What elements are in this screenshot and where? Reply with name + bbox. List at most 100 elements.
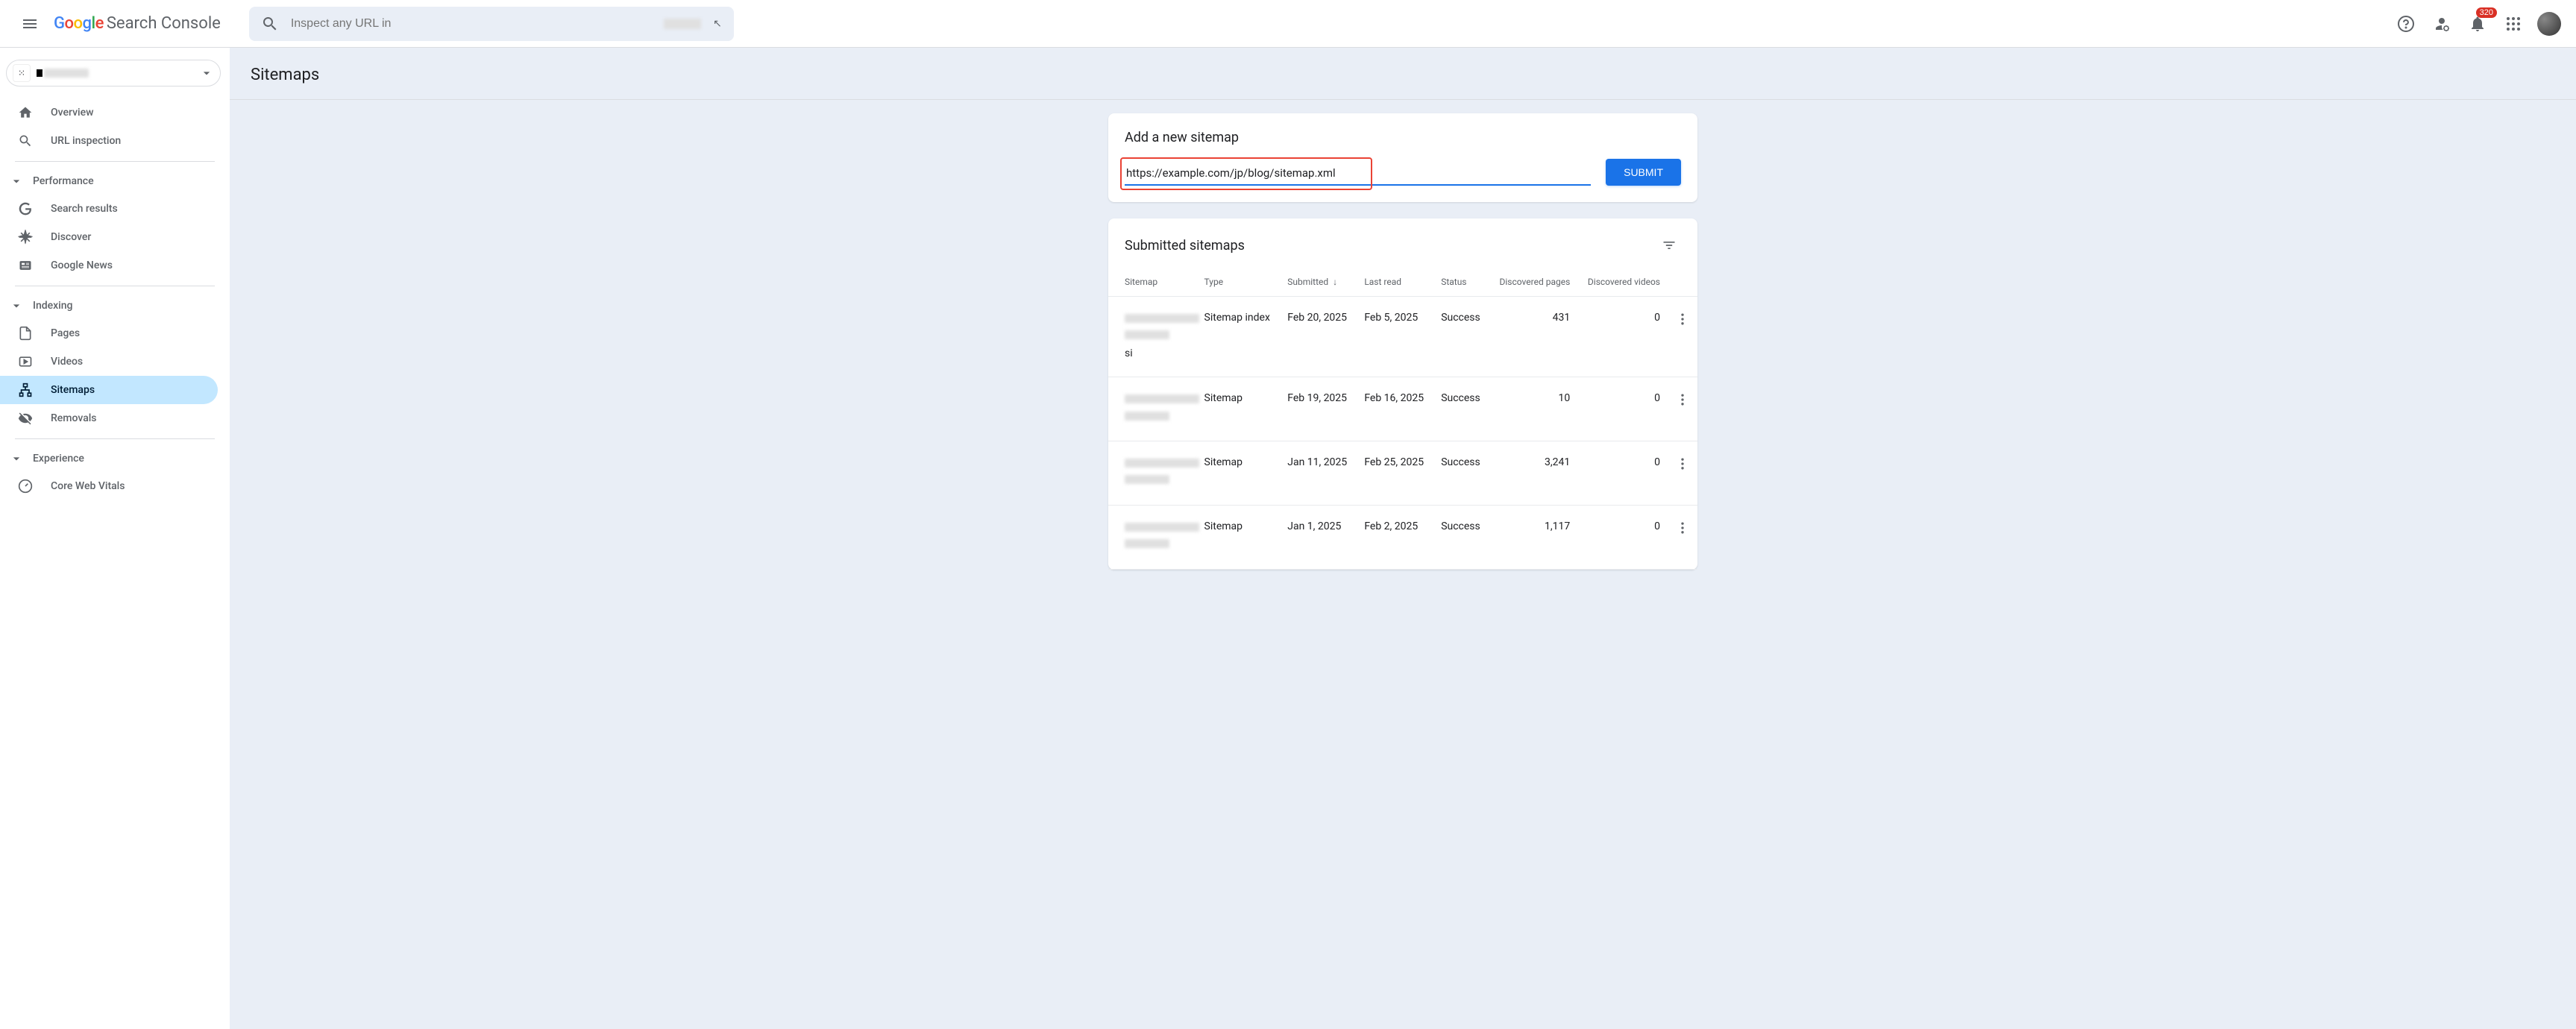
sidebar: ⁙ Overview URL inspection Performance Se… (0, 48, 230, 1029)
more-vert-icon (1675, 456, 1690, 471)
top-header: Google Search Console ↖ 320 (0, 0, 2576, 48)
col-sitemap[interactable]: Sitemap (1108, 268, 1197, 297)
sidebar-item-discover[interactable]: Discover (0, 223, 218, 251)
sidebar-item-label: URL inspection (51, 135, 121, 147)
person-gear-icon (2433, 15, 2451, 33)
sidebar-item-pages[interactable]: Pages (0, 319, 218, 347)
sidebar-item-label: Discover (51, 231, 91, 243)
url-inspect-search[interactable]: ↖ (249, 7, 734, 41)
home-icon (18, 105, 33, 120)
cell-sitemap (1108, 377, 1197, 441)
sidebar-item-search-results[interactable]: Search results (0, 195, 218, 223)
users-settings-button[interactable] (2427, 9, 2457, 39)
sidebar-item-core-web-vitals[interactable]: Core Web Vitals (0, 472, 218, 500)
redacted-domain (664, 19, 701, 29)
add-sitemap-title: Add a new sitemap (1125, 130, 1681, 145)
sidebar-item-url-inspection[interactable]: URL inspection (0, 127, 218, 155)
add-sitemap-card: Add a new sitemap SUBMIT (1108, 113, 1697, 202)
url-inspect-input[interactable] (291, 17, 652, 31)
chevron-down-icon (9, 451, 24, 466)
sidebar-section-performance[interactable]: Performance (0, 168, 230, 195)
dropdown-icon (199, 66, 214, 81)
col-type[interactable]: Type (1197, 268, 1281, 297)
table-row[interactable]: Sitemap Feb 19, 2025 Feb 16, 2025 Succes… (1108, 377, 1697, 441)
magnify-icon (18, 133, 33, 148)
cell-sitemap: si (1108, 297, 1197, 377)
logo[interactable]: Google Search Console (54, 14, 221, 33)
col-status[interactable]: Status (1433, 268, 1489, 297)
property-name (37, 69, 193, 78)
cell-last-read: Feb 16, 2025 (1357, 377, 1433, 441)
chevron-down-icon (9, 174, 24, 189)
cell-submitted: Jan 1, 2025 (1280, 505, 1357, 569)
sidebar-item-google-news[interactable]: Google News (0, 251, 218, 280)
sidebar-item-label: Pages (51, 327, 80, 339)
more-vert-icon (1675, 520, 1690, 535)
news-icon (18, 258, 33, 273)
sitemap-url-input[interactable] (1125, 163, 1591, 186)
cell-type: Sitemap (1197, 441, 1281, 505)
sort-desc-icon: ↓ (1333, 277, 1337, 287)
chevron-down-icon (9, 298, 24, 313)
pages-icon (18, 326, 33, 341)
main-content: Sitemaps Add a new sitemap SUBMIT Submit… (230, 48, 2576, 1029)
cell-sitemap (1108, 505, 1197, 569)
cell-submitted: Feb 19, 2025 (1280, 377, 1357, 441)
row-menu-button[interactable] (1668, 441, 1697, 505)
sidebar-item-label: Overview (51, 107, 93, 119)
cell-pages: 431 (1489, 297, 1577, 377)
row-menu-button[interactable] (1668, 505, 1697, 569)
apps-grid-icon (2507, 17, 2520, 31)
cell-pages: 1,117 (1489, 505, 1577, 569)
col-submitted[interactable]: Submitted↓ (1280, 268, 1357, 297)
sidebar-section-experience[interactable]: Experience (0, 445, 230, 472)
col-pages[interactable]: Discovered pages (1489, 268, 1577, 297)
table-row[interactable]: Sitemap Jan 11, 2025 Feb 25, 2025 Succes… (1108, 441, 1697, 505)
col-videos[interactable]: Discovered videos (1577, 268, 1668, 297)
sidebar-item-label: Search results (51, 203, 118, 215)
sidebar-section-indexing[interactable]: Indexing (0, 292, 230, 319)
sitemap-icon (18, 383, 33, 397)
row-menu-button[interactable] (1668, 377, 1697, 441)
cell-type: Sitemap index (1197, 297, 1281, 377)
col-last-read[interactable]: Last read (1357, 268, 1433, 297)
header-actions: 320 (2391, 9, 2564, 39)
help-button[interactable] (2391, 9, 2421, 39)
filter-button[interactable] (1657, 233, 1681, 257)
cell-status: Success (1433, 505, 1489, 569)
sidebar-item-sitemaps[interactable]: Sitemaps (0, 376, 218, 404)
property-selector[interactable]: ⁙ (6, 60, 221, 86)
sidebar-section-label: Performance (33, 175, 94, 187)
help-icon (2397, 15, 2415, 33)
filter-icon (1662, 238, 1677, 253)
cell-last-read: Feb 2, 2025 (1357, 505, 1433, 569)
cell-type: Sitemap (1197, 377, 1281, 441)
sidebar-item-removals[interactable]: Removals (0, 404, 218, 432)
sidebar-item-label: Videos (51, 356, 83, 368)
sidebar-item-overview[interactable]: Overview (0, 98, 218, 127)
row-menu-button[interactable] (1668, 297, 1697, 377)
sidebar-item-label: Core Web Vitals (51, 480, 125, 492)
table-row[interactable]: Sitemap Jan 1, 2025 Feb 2, 2025 Success … (1108, 505, 1697, 569)
sidebar-section-label: Experience (33, 453, 84, 465)
hamburger-icon (21, 15, 39, 33)
cell-status: Success (1433, 441, 1489, 505)
account-button[interactable] (2534, 9, 2564, 39)
sidebar-item-videos[interactable]: Videos (0, 347, 218, 376)
speedometer-icon (18, 479, 33, 494)
table-row[interactable]: si Sitemap index Feb 20, 2025 Feb 5, 202… (1108, 297, 1697, 377)
video-icon (18, 354, 33, 369)
apps-button[interactable] (2498, 9, 2528, 39)
sidebar-item-label: Removals (51, 412, 97, 424)
sidebar-item-label: Google News (51, 259, 113, 271)
cell-last-read: Feb 25, 2025 (1357, 441, 1433, 505)
notification-badge: 320 (2476, 7, 2497, 18)
product-name: Search Console (107, 14, 221, 33)
hamburger-menu-button[interactable] (12, 6, 48, 42)
notifications-button[interactable]: 320 (2463, 9, 2492, 39)
cursor-icon: ↖ (713, 18, 722, 30)
submit-button[interactable]: SUBMIT (1606, 159, 1681, 186)
avatar (2537, 12, 2561, 36)
visibility-off-icon (18, 411, 33, 426)
g-logo-icon (18, 201, 33, 216)
